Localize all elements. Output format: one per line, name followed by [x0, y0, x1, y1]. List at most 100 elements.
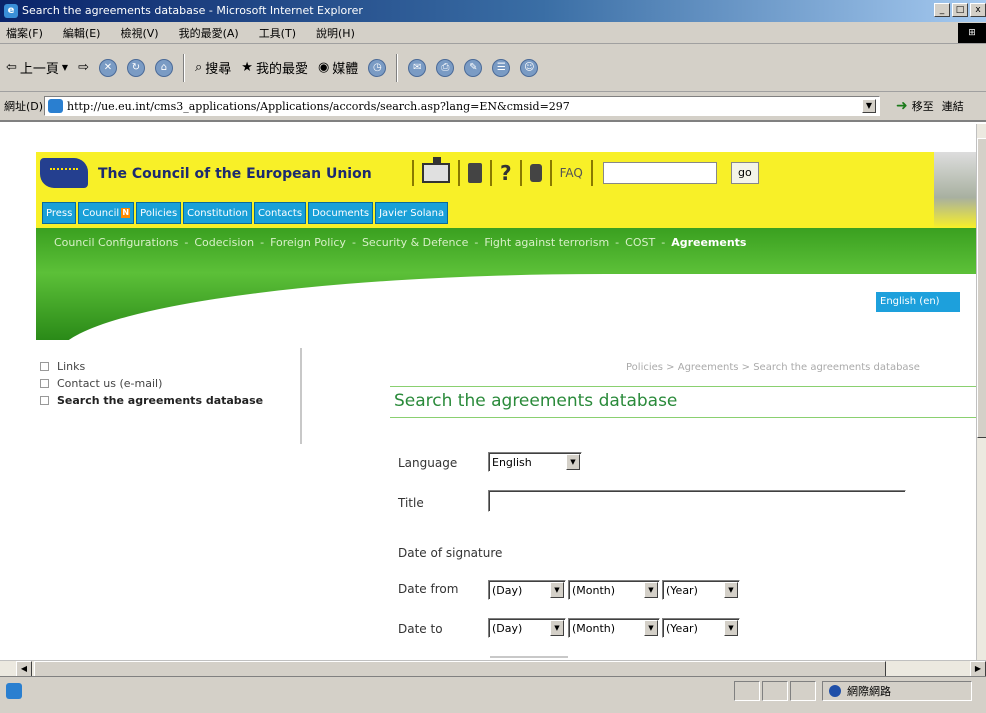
url-field[interactable]: http://ue.eu.int/cms3_applications/Appli… — [44, 96, 880, 116]
subnav-codecision[interactable]: Codecision — [194, 236, 254, 249]
site-search-go-button[interactable]: go — [730, 162, 759, 184]
sitemap-icon[interactable] — [422, 157, 450, 183]
date-from-label: Date from — [398, 582, 459, 596]
language-label: Language — [398, 456, 458, 470]
faq-link[interactable]: FAQ — [560, 166, 583, 180]
tab-javier-solana[interactable]: Javier Solana — [375, 202, 449, 224]
subnav-agreements[interactable]: Agreements — [671, 236, 746, 249]
discuss-icon[interactable]: ☰ — [492, 58, 511, 77]
edit-icon[interactable]: ✎ — [464, 58, 483, 77]
subnav-foreign-policy[interactable]: Foreign Policy — [270, 236, 346, 249]
window-title: Search the agreements database - Microso… — [22, 4, 363, 17]
vertical-scrollbar[interactable] — [976, 124, 986, 660]
building-photo — [934, 152, 976, 228]
tab-constitution[interactable]: Constitution — [183, 202, 252, 224]
favorites-button[interactable]: ★ 我的最愛 — [241, 58, 308, 77]
go-button[interactable]: ➜ 移至 — [896, 98, 934, 114]
close-button[interactable]: x — [970, 3, 986, 17]
bullet-icon — [40, 362, 49, 371]
menu-edit[interactable]: 編輯(E) — [63, 25, 101, 41]
horizontal-scrollbar[interactable]: ◀ ▶ — [0, 660, 986, 677]
menu-favorites[interactable]: 我的最愛(A) — [179, 25, 239, 41]
language-select[interactable]: English ▼ — [488, 452, 582, 472]
tab-label: Contacts — [257, 207, 303, 219]
month-value: (Month) — [572, 583, 616, 597]
title-input[interactable] — [488, 490, 906, 512]
sub-navigation: Council Configurations - Codecision - Fo… — [54, 236, 746, 249]
eu-logo-icon[interactable] — [40, 158, 88, 188]
menu-view[interactable]: 檢視(V) — [120, 25, 158, 41]
chevron-down-icon: ▼ — [724, 582, 738, 598]
menu-help[interactable]: 說明(H) — [316, 25, 355, 41]
url-text: http://ue.eu.int/cms3_applications/Appli… — [67, 99, 570, 113]
title-label: Title — [398, 496, 424, 510]
search-button[interactable]: ⌕ 搜尋 — [195, 58, 231, 77]
subnav-council-configurations[interactable]: Council Configurations — [54, 236, 178, 249]
menubar: 檔案(F) 編輯(E) 檢視(V) 我的最愛(A) 工具(T) 說明(H) ⊞ — [0, 22, 986, 44]
tab-council[interactable]: Council N — [78, 202, 135, 224]
forward-arrow-icon: ⇨ — [78, 60, 89, 75]
scroll-right-arrow-icon[interactable]: ▶ — [970, 661, 986, 677]
page-viewport: The Council of the European Union ? FAQ … — [0, 124, 976, 660]
chevron-down-icon[interactable]: ▼ — [862, 99, 876, 113]
new-badge: N — [121, 208, 131, 218]
menu-file[interactable]: 檔案(F) — [6, 25, 43, 41]
divider — [519, 160, 522, 186]
window-controls: _ □ x — [934, 3, 986, 17]
breadcrumb: Policies > Agreements > Search the agree… — [626, 362, 920, 373]
print-icon[interactable] — [529, 164, 542, 182]
chevron-down-icon: ▼ — [550, 620, 564, 636]
divider — [590, 160, 593, 186]
month-value: (Month) — [572, 621, 616, 635]
subnav-fight-against-terrorism[interactable]: Fight against terrorism — [484, 236, 609, 249]
document-icon[interactable] — [468, 163, 482, 183]
mail-icon[interactable]: ✉ — [408, 58, 427, 77]
tab-policies[interactable]: Policies — [136, 202, 182, 224]
sidebar-item-contact[interactable]: Contact us (e-mail) — [36, 377, 300, 390]
scroll-left-arrow-icon[interactable]: ◀ — [16, 661, 32, 677]
subnav-cost[interactable]: COST — [625, 236, 655, 249]
media-icon: ◉ — [317, 60, 330, 75]
back-button[interactable]: ⇦ 上一頁 ▼ — [6, 58, 68, 77]
status-cell — [762, 681, 788, 701]
tab-documents[interactable]: Documents — [308, 202, 374, 224]
home-icon[interactable]: ⌂ — [154, 58, 173, 77]
subnav-separator: - — [474, 236, 479, 249]
tab-label: Constitution — [187, 207, 248, 219]
security-zone: 網際網路 — [822, 681, 972, 701]
messenger-icon[interactable]: ☺ — [520, 58, 539, 77]
date-to-year-select[interactable]: (Year) ▼ — [662, 618, 740, 638]
language-switcher[interactable]: English (en) — [876, 292, 960, 312]
print-icon[interactable]: ⎙ — [436, 58, 455, 77]
sidebar-item-search-agreements[interactable]: Search the agreements database — [36, 394, 300, 407]
subnav-security-defence[interactable]: Security & Defence — [362, 236, 468, 249]
org-title[interactable]: The Council of the European Union — [98, 166, 372, 182]
sidebar: Links Contact us (e-mail) Search the agr… — [36, 348, 302, 444]
maximize-button[interactable]: □ — [952, 3, 968, 17]
menu-tools[interactable]: 工具(T) — [259, 25, 296, 41]
forward-button[interactable]: ⇨ — [78, 60, 89, 75]
refresh-icon[interactable]: ↻ — [126, 58, 145, 77]
minimize-button[interactable]: _ — [934, 3, 950, 17]
history-icon[interactable]: ◷ — [368, 58, 387, 77]
tab-contacts[interactable]: Contacts — [253, 202, 307, 224]
site-search-input[interactable] — [602, 162, 717, 184]
date-from-month-select[interactable]: (Month) ▼ — [568, 580, 660, 600]
tab-press[interactable]: Press — [42, 202, 77, 224]
date-to-month-select[interactable]: (Month) ▼ — [568, 618, 660, 638]
vertical-scroll-thumb[interactable] — [977, 138, 986, 438]
help-icon[interactable]: ? — [500, 163, 512, 183]
date-of-signature-label: Date of signature — [398, 546, 503, 560]
stop-icon[interactable]: ✕ — [98, 58, 117, 77]
chevron-down-icon: ▼ — [644, 582, 658, 598]
date-from-day-select[interactable]: (Day) ▼ — [488, 580, 566, 600]
divider — [549, 160, 552, 186]
media-label: 媒體 — [332, 62, 359, 77]
links-button[interactable]: 連結 — [942, 98, 964, 114]
date-to-day-select[interactable]: (Day) ▼ — [488, 618, 566, 638]
horizontal-scroll-thumb[interactable] — [34, 661, 886, 677]
date-from-year-select[interactable]: (Year) ▼ — [662, 580, 740, 600]
status-cell — [734, 681, 760, 701]
sidebar-item-links[interactable]: Links — [36, 360, 300, 373]
media-button[interactable]: ◉ 媒體 — [318, 58, 358, 77]
